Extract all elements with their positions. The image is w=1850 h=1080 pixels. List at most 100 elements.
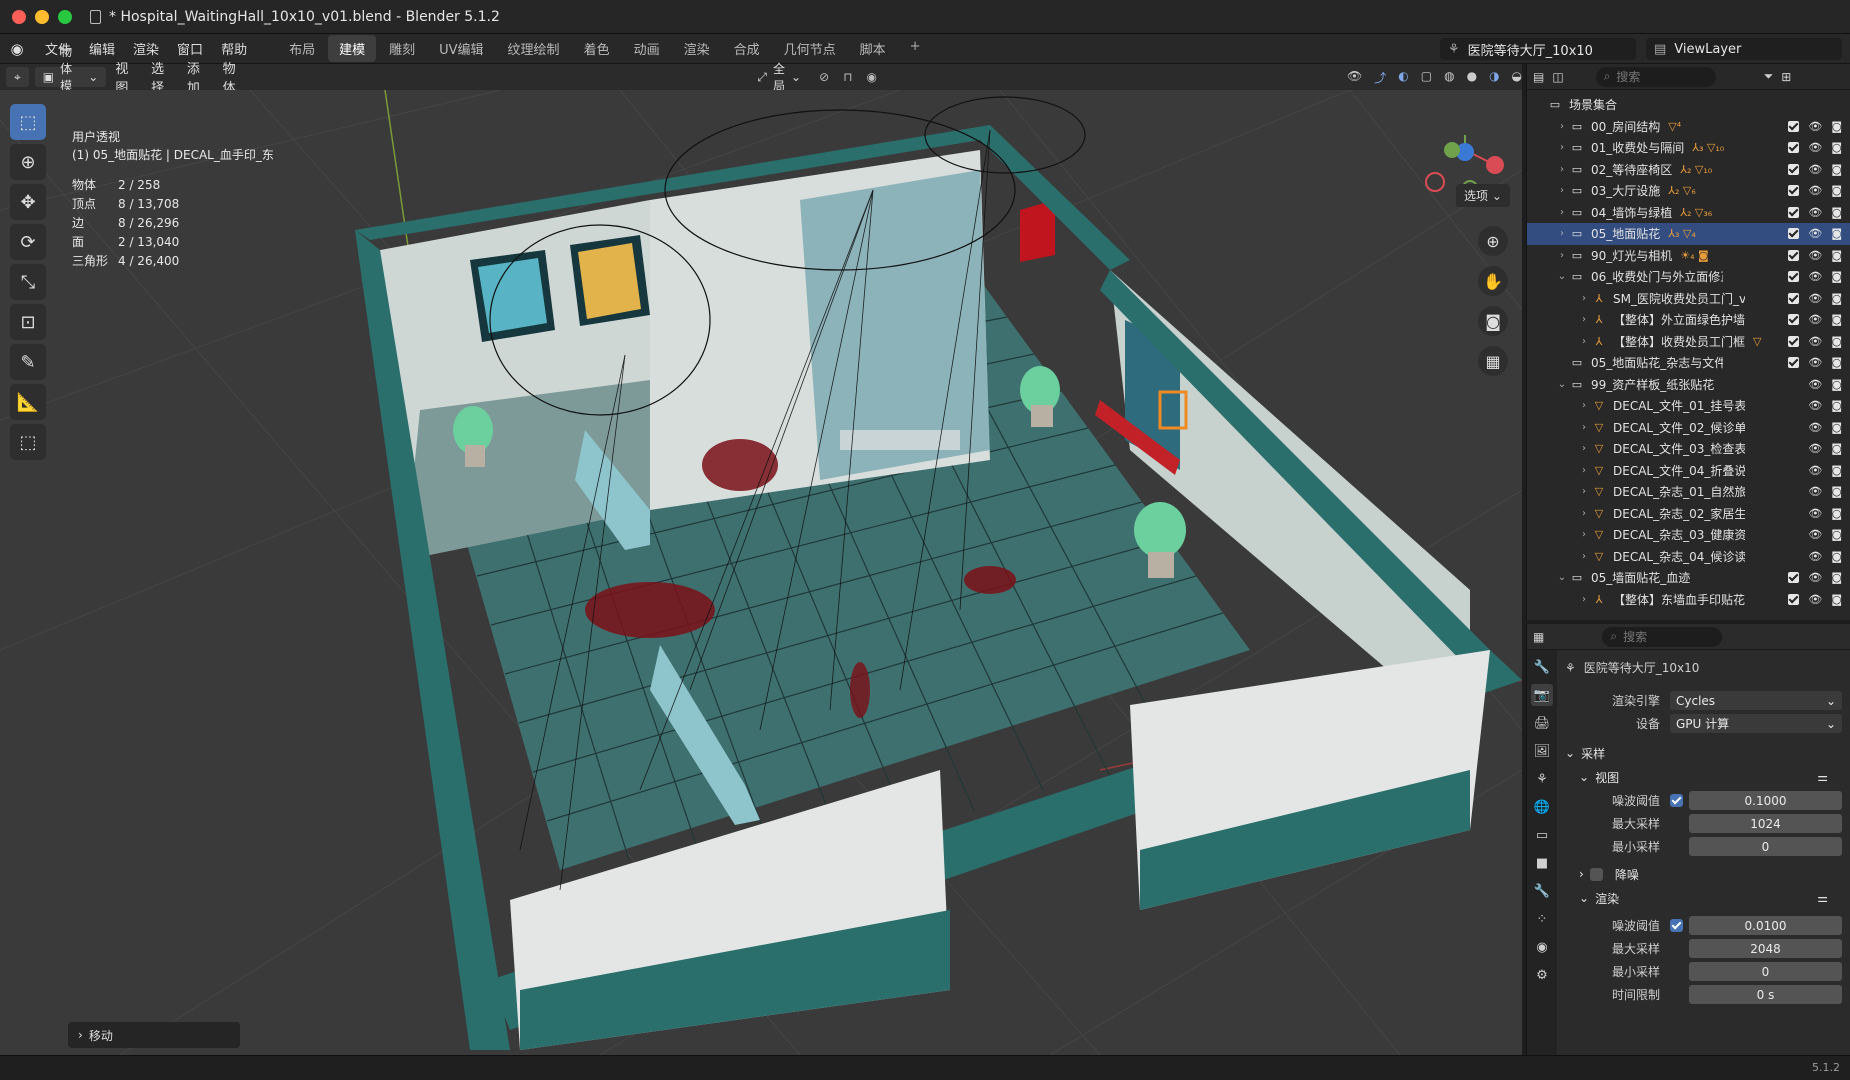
- new-collection-icon[interactable]: ⊞: [1781, 70, 1791, 84]
- outliner-row[interactable]: › ▽ DECAL_文件_02_候诊单 👁 ◙: [1527, 417, 1850, 439]
- outliner-row[interactable]: › ▭ 02_等待座椅区 ⅄₂ ▽₁₀ 👁 ◙: [1527, 159, 1850, 181]
- preset-icon[interactable]: ⚌: [1817, 891, 1828, 905]
- pan-hand-icon[interactable]: ✋: [1478, 266, 1508, 296]
- exclude-checkbox[interactable]: [1788, 357, 1800, 369]
- view-layer-selector[interactable]: ▤ ViewLayer: [1646, 38, 1842, 60]
- outliner-row[interactable]: ▭ 05_地面贴花_杂志与文件 👁 ◙: [1527, 352, 1850, 374]
- material-shading-icon[interactable]: ◑: [1489, 69, 1499, 86]
- camera-render-icon[interactable]: ◙: [1831, 249, 1842, 262]
- outliner-row[interactable]: ⌄ ▭ 99_资产样板_纸张贴花 👁 ◙: [1527, 374, 1850, 396]
- tab-animation[interactable]: 动画: [623, 35, 671, 62]
- noise-threshold-checkbox[interactable]: [1670, 919, 1683, 932]
- close-window-button[interactable]: [12, 9, 26, 24]
- chevron-down-icon[interactable]: ⌄: [1555, 572, 1569, 583]
- outliner-row[interactable]: › ⅄ SM_医院收费处员工门_v0 👁 ◙: [1527, 288, 1850, 310]
- mode-dropdown[interactable]: ▣ 物体模式 ⌄: [34, 45, 107, 110]
- outliner-row[interactable]: ⌄ ▭ 06_收费处门与外立面修正 👁 ◙: [1527, 266, 1850, 288]
- outliner-row[interactable]: › ▽ DECAL_杂志_01_自然旅行 👁 ◙: [1527, 481, 1850, 503]
- outliner-row[interactable]: › ▽ DECAL_杂志_03_健康资讯 👁 ◙: [1527, 524, 1850, 546]
- constraints-tab-icon[interactable]: ⚙: [1531, 964, 1553, 986]
- sampling-panel-header[interactable]: ⌄ 采样: [1565, 741, 1842, 765]
- camera-render-icon[interactable]: ◙: [1831, 335, 1842, 348]
- menu-window[interactable]: 窗口: [168, 39, 212, 58]
- tab-geometry-nodes[interactable]: 几何节点: [773, 35, 847, 62]
- eye-icon[interactable]: 👁: [1808, 442, 1822, 455]
- collection-tab-icon[interactable]: ▭: [1531, 824, 1553, 846]
- chevron-right-icon[interactable]: ›: [1577, 508, 1591, 519]
- chevron-right-icon[interactable]: ›: [1555, 185, 1569, 196]
- display-mode-icon[interactable]: ◫: [1552, 70, 1563, 84]
- eye-icon[interactable]: 👁: [1808, 120, 1822, 133]
- denoise-subpanel-header[interactable]: › 降噪: [1565, 862, 1842, 886]
- exclude-checkbox[interactable]: [1788, 314, 1800, 326]
- scene-tab-icon[interactable]: ⚘: [1531, 768, 1553, 790]
- eye-icon[interactable]: 👁: [1808, 399, 1822, 412]
- eye-icon[interactable]: 👁: [1808, 464, 1822, 477]
- camera-render-icon[interactable]: ◙: [1831, 421, 1842, 434]
- exclude-checkbox[interactable]: [1788, 163, 1800, 175]
- eye-icon[interactable]: 👁: [1808, 249, 1822, 262]
- outliner-row[interactable]: ⌄ ▭ 05_墙面贴花_血迹 👁 ◙: [1527, 567, 1850, 589]
- blender-logo-icon[interactable]: ◉: [6, 38, 28, 60]
- filter-icon[interactable]: ⏷: [1764, 69, 1774, 84]
- exclude-checkbox[interactable]: [1788, 228, 1800, 240]
- wireframe-shading-icon[interactable]: ◍: [1444, 69, 1454, 86]
- exclude-checkbox[interactable]: [1788, 249, 1800, 261]
- eye-icon[interactable]: 👁: [1808, 485, 1822, 498]
- tab-uv-editing[interactable]: UV编辑: [428, 35, 494, 62]
- camera-render-icon[interactable]: ◙: [1831, 313, 1842, 326]
- time-limit-field[interactable]: 0 s: [1689, 985, 1842, 1004]
- camera-render-icon[interactable]: ◙: [1831, 378, 1842, 391]
- outliner-row[interactable]: › ⅄ 【整体】东墙血手印贴花 👁 ◙: [1527, 589, 1850, 611]
- exclude-checkbox[interactable]: [1788, 292, 1800, 304]
- exclude-checkbox[interactable]: [1788, 120, 1800, 132]
- scene-selector[interactable]: ⚘ 医院等待大厅_10x10: [1440, 38, 1636, 60]
- perspective-grid-icon[interactable]: ▦: [1478, 346, 1508, 376]
- select-box-tool[interactable]: ⬚: [10, 104, 46, 140]
- output-tab-icon[interactable]: 🖨: [1531, 712, 1553, 734]
- eye-icon[interactable]: 👁: [1808, 421, 1822, 434]
- outliner-row[interactable]: › ▽ DECAL_杂志_04_候诊读物 👁 ◙: [1527, 546, 1850, 568]
- chevron-right-icon[interactable]: ›: [1577, 529, 1591, 540]
- vp-noise-threshold-field[interactable]: 0.1000: [1689, 791, 1842, 810]
- exclude-checkbox[interactable]: [1788, 142, 1800, 154]
- vp-max-samples-field[interactable]: 1024: [1689, 814, 1842, 833]
- tab-layout[interactable]: 布局: [278, 35, 326, 62]
- tab-rendering[interactable]: 渲染: [673, 35, 721, 62]
- outliner-row[interactable]: › ▭ 01_收费处与隔间 ⅄₃ ▽₁₀ 👁 ◙: [1527, 137, 1850, 159]
- eye-icon[interactable]: 👁: [1808, 571, 1822, 584]
- chevron-right-icon[interactable]: ›: [1577, 422, 1591, 433]
- annotate-tool[interactable]: ✎: [10, 344, 46, 380]
- zoom-icon[interactable]: ⊕: [1478, 226, 1508, 256]
- preset-icon[interactable]: ⚌: [1817, 770, 1828, 784]
- exclude-checkbox[interactable]: [1788, 206, 1800, 218]
- render-subpanel-header[interactable]: ⌄ 渲染 ⚌: [1565, 886, 1842, 910]
- vp-min-samples-field[interactable]: 0: [1689, 837, 1842, 856]
- move-tool[interactable]: ✥: [10, 184, 46, 220]
- denoise-checkbox[interactable]: [1589, 867, 1603, 881]
- exclude-checkbox[interactable]: [1788, 271, 1800, 283]
- chevron-right-icon[interactable]: ›: [1577, 594, 1591, 605]
- menu-help[interactable]: 帮助: [212, 39, 256, 58]
- tab-sculpting[interactable]: 雕刻: [378, 35, 426, 62]
- outliner-row[interactable]: › ⅄ 【整体】收费处员工门框 ▽ 👁 ◙: [1527, 331, 1850, 353]
- rotate-tool[interactable]: ⟳: [10, 224, 46, 260]
- eye-icon[interactable]: 👁: [1808, 593, 1822, 606]
- eye-icon[interactable]: 👁: [1808, 270, 1822, 283]
- eye-icon[interactable]: 👁: [1808, 292, 1822, 305]
- object-tab-icon[interactable]: ■: [1531, 852, 1553, 874]
- exclude-checkbox[interactable]: [1788, 572, 1800, 584]
- scale-tool[interactable]: ⤡: [10, 264, 46, 300]
- camera-render-icon[interactable]: ◙: [1831, 292, 1842, 305]
- tab-modeling[interactable]: 建模: [328, 35, 377, 62]
- chevron-right-icon[interactable]: ›: [1577, 314, 1591, 325]
- rendered-shading-icon[interactable]: ◒: [1512, 69, 1522, 86]
- snap-icon[interactable]: ⊓: [843, 70, 852, 84]
- transform-orientation-dropdown[interactable]: ⤢ 全局 ⌄: [757, 60, 801, 94]
- chevron-right-icon[interactable]: ›: [1577, 443, 1591, 454]
- transform-tool[interactable]: ⊡: [10, 304, 46, 340]
- measure-tool[interactable]: 📐: [10, 384, 46, 420]
- eye-icon[interactable]: 👁: [1808, 507, 1822, 520]
- chevron-right-icon[interactable]: ›: [1577, 400, 1591, 411]
- tool-tab-icon[interactable]: 🔧: [1531, 656, 1553, 678]
